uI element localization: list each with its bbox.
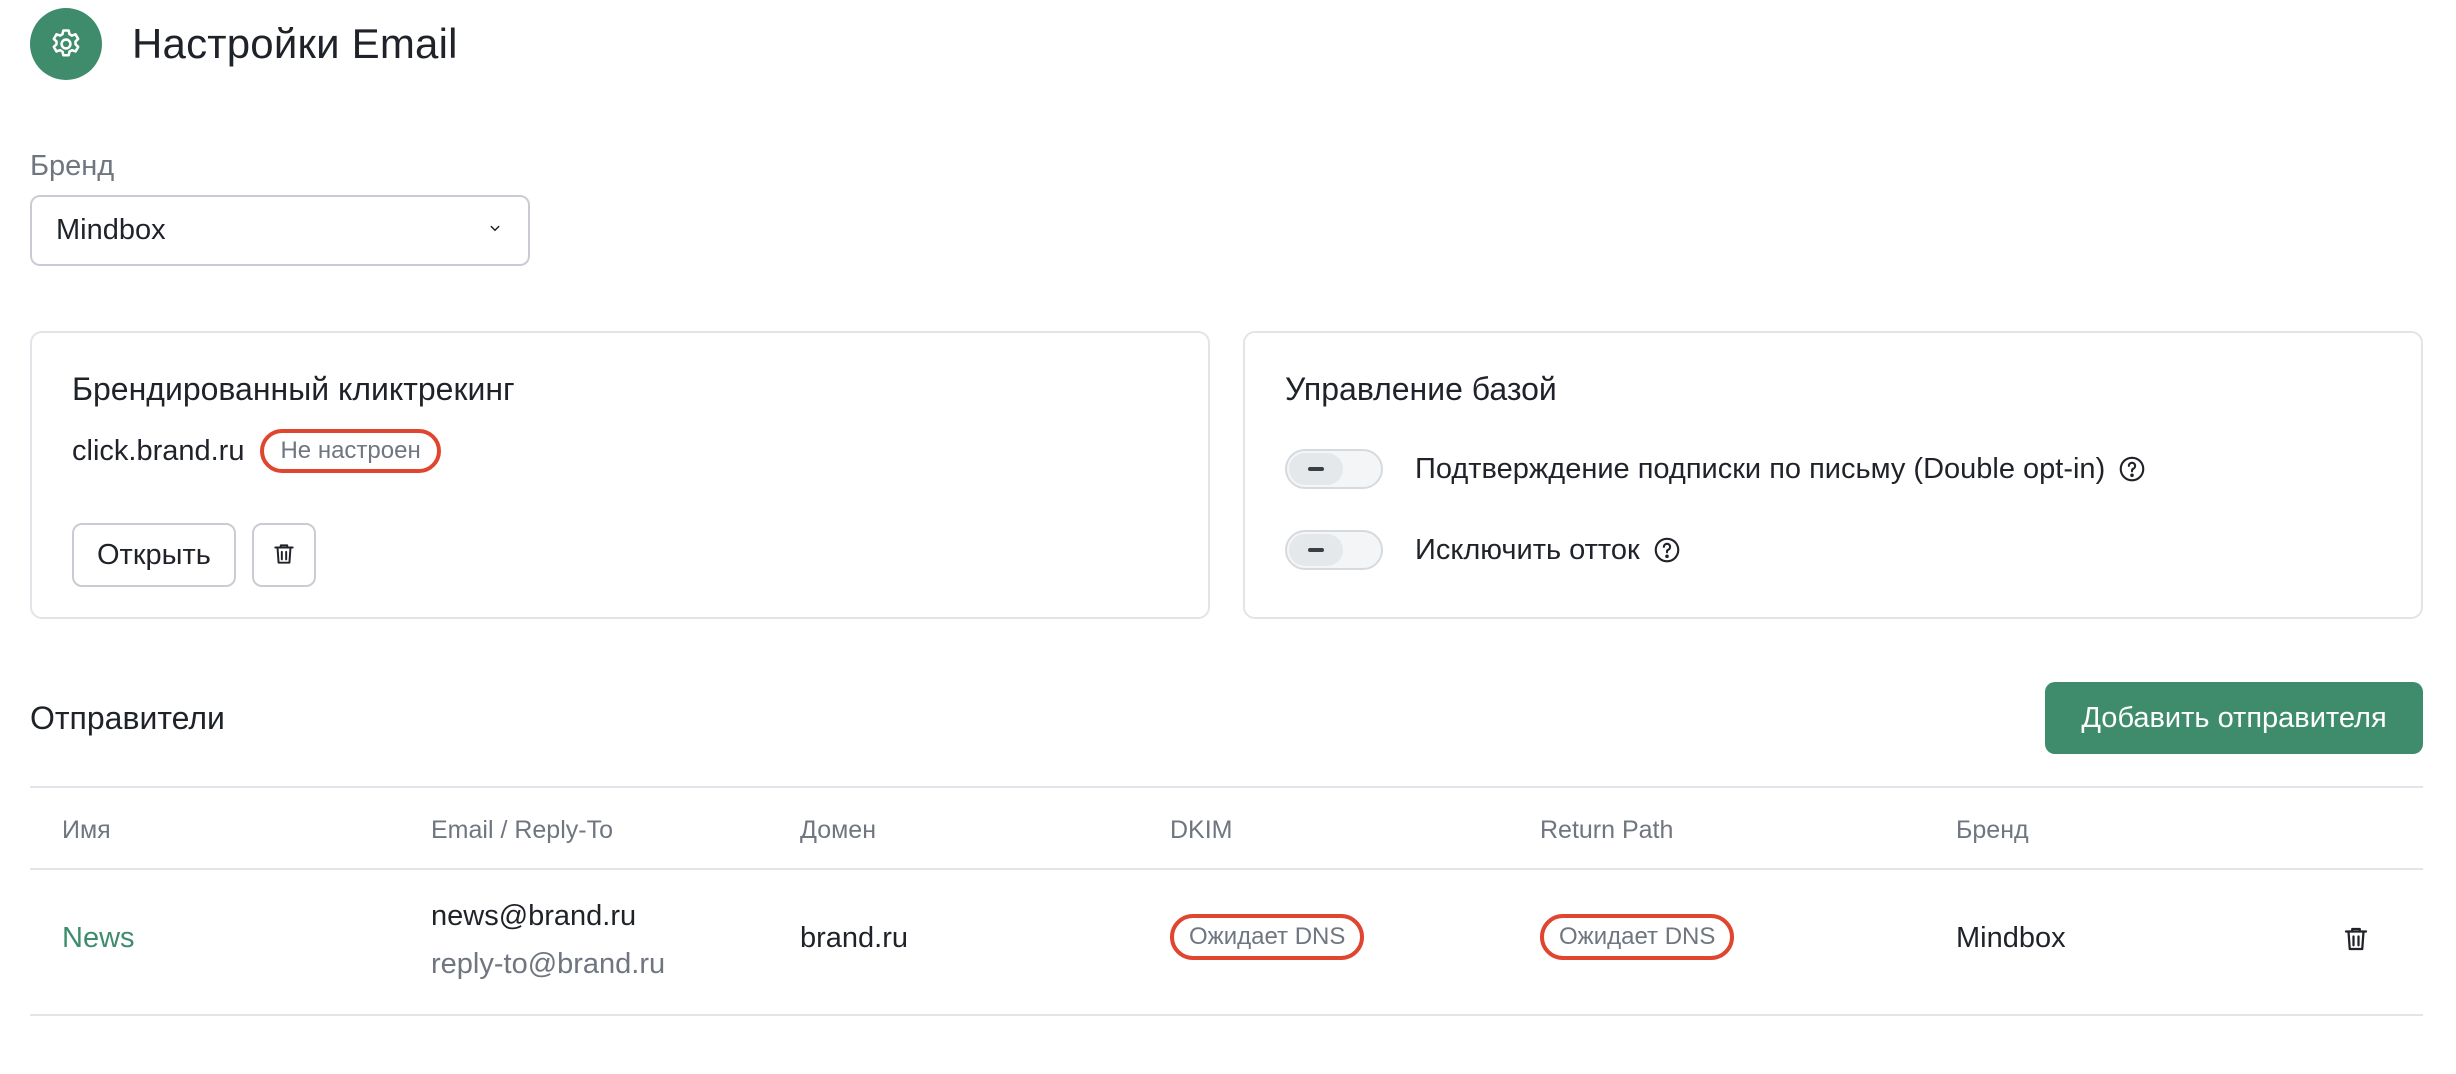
double-opt-in-toggle[interactable] bbox=[1285, 449, 1383, 489]
base-management-title: Управление базой bbox=[1285, 371, 1557, 407]
click-tracking-title: Брендированный кликтрекинг bbox=[72, 371, 515, 407]
brand-label: Бренд bbox=[30, 150, 115, 182]
exclude-churn-label: Исключить отток bbox=[1415, 533, 1640, 566]
return-path-status-badge: Ожидает DNS bbox=[1540, 914, 1735, 960]
status-badge: Не настроен bbox=[260, 429, 441, 473]
trash-icon bbox=[271, 541, 297, 570]
delete-button[interactable] bbox=[251, 523, 316, 587]
trash-icon[interactable] bbox=[2341, 924, 2371, 959]
click-tracking-actions: Открыть bbox=[72, 523, 316, 587]
click-tracking-domain-row: click.brand.ru Не настроен bbox=[72, 429, 441, 473]
click-tracking-card: Брендированный кликтрекинг click.brand.r… bbox=[30, 331, 1210, 619]
toggle-knob bbox=[1289, 453, 1343, 485]
sender-domain: brand.ru bbox=[800, 922, 909, 954]
column-header-dkim: DKIM bbox=[1170, 816, 1233, 844]
column-header-name: Имя bbox=[62, 816, 111, 844]
page-title: Настройки Email bbox=[132, 20, 458, 67]
senders-title: Отправители bbox=[30, 700, 225, 736]
sender-reply-to: reply-to@brand.ru bbox=[431, 948, 666, 980]
sender-brand: Mindbox bbox=[1956, 922, 2066, 954]
help-icon[interactable] bbox=[1652, 535, 1682, 565]
base-management-card: Управление базой Подтверждение подписки … bbox=[1243, 331, 2423, 619]
brand-select-value: Mindbox bbox=[56, 214, 166, 246]
toggle-knob bbox=[1289, 534, 1343, 566]
sender-email: news@brand.ru bbox=[431, 900, 637, 932]
click-tracking-domain: click.brand.ru bbox=[72, 434, 245, 467]
add-sender-button[interactable]: Добавить отправителя bbox=[2045, 682, 2423, 754]
toggle-row-double-opt-in: Подтверждение подписки по письму (Double… bbox=[1285, 449, 2147, 489]
exclude-churn-toggle[interactable] bbox=[1285, 530, 1383, 570]
open-button[interactable]: Открыть bbox=[72, 523, 236, 587]
brand-select[interactable]: Mindbox bbox=[30, 195, 530, 266]
column-header-return-path: Return Path bbox=[1540, 816, 1674, 844]
senders-table: Имя Email / Reply-To Домен DKIM Return P… bbox=[30, 786, 2423, 1016]
help-icon[interactable] bbox=[2117, 454, 2147, 484]
page-header: Настройки Email bbox=[30, 8, 458, 80]
gear-icon bbox=[30, 8, 102, 80]
chevron-down-icon bbox=[486, 219, 504, 242]
table-row[interactable]: News news@brand.ru reply-to@brand.ru bra… bbox=[30, 870, 2423, 1016]
column-header-domain: Домен bbox=[800, 816, 877, 844]
column-header-brand: Бренд bbox=[1956, 816, 2029, 844]
toggle-row-exclude-churn: Исключить отток bbox=[1285, 530, 1682, 570]
dkim-status-badge: Ожидает DNS bbox=[1170, 914, 1365, 960]
table-header: Имя Email / Reply-To Домен DKIM Return P… bbox=[30, 786, 2423, 870]
sender-name-link[interactable]: News bbox=[62, 922, 135, 955]
double-opt-in-label: Подтверждение подписки по письму (Double… bbox=[1415, 452, 2106, 485]
column-header-email: Email / Reply-To bbox=[431, 816, 613, 844]
